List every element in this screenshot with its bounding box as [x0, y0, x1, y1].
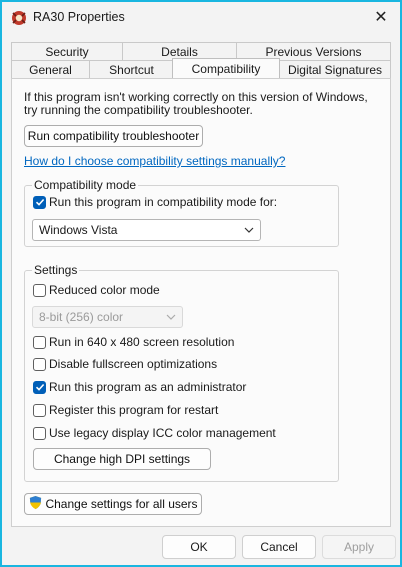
intro-text: If this program isn't working correctly …	[24, 90, 368, 117]
compatibility-mode-group: Compatibility mode Run this program in c…	[24, 178, 339, 247]
button-label: Run compatibility troubleshooter	[27, 129, 200, 143]
fullscreen-opt-checkbox[interactable]	[33, 357, 46, 371]
tab-security[interactable]: Security	[11, 42, 123, 60]
resolution-checkbox[interactable]	[33, 335, 46, 349]
tab-label: Shortcut	[109, 62, 154, 77]
settings-option-3[interactable]: Register this program for restart	[33, 403, 218, 417]
tab-label: Previous Versions	[265, 44, 362, 59]
shield-icon	[28, 495, 43, 513]
ok-button[interactable]: OK	[162, 535, 236, 559]
select-value: Windows Vista	[39, 223, 118, 237]
settings-option-4[interactable]: Use legacy display ICC color management	[33, 426, 276, 440]
check-icon	[35, 198, 44, 206]
settings-option-1[interactable]: Disable fullscreen optimizations	[33, 357, 217, 371]
register-restart-checkbox[interactable]	[33, 403, 46, 417]
tab-label: Compatibility	[191, 61, 261, 76]
group-legend: Compatibility mode	[32, 178, 139, 192]
run-troubleshooter-button[interactable]: Run compatibility troubleshooter	[24, 125, 203, 147]
app-icon	[10, 9, 28, 27]
tab-compatibility[interactable]: Compatibility	[172, 58, 280, 78]
change-all-users-button[interactable]: Change settings for all users	[24, 493, 202, 515]
tab-label: Digital Signatures	[287, 62, 383, 77]
chevron-down-icon	[166, 314, 176, 320]
button-label: Change settings for all users	[45, 497, 198, 511]
close-icon: ✕	[374, 9, 388, 26]
cancel-button[interactable]: Cancel	[242, 535, 316, 559]
compatibility-help-link[interactable]: How do I choose compatibility settings m…	[24, 154, 285, 168]
change-dpi-button[interactable]: Change high DPI settings	[33, 448, 211, 470]
compat-mode-checkbox-row[interactable]: Run this program in compatibility mode f…	[33, 195, 277, 209]
button-label: Change high DPI settings	[53, 452, 191, 466]
settings-option-0[interactable]: Run in 640 x 480 screen resolution	[33, 335, 234, 349]
button-label: Cancel	[260, 540, 298, 554]
properties-window: RA30 Properties ✕ Security Details Previ…	[0, 0, 402, 567]
settings-group: Settings Reduced color mode 8-bit (256) …	[24, 263, 339, 482]
button-label: OK	[190, 540, 208, 554]
compat-os-select[interactable]: Windows Vista	[32, 219, 261, 241]
checkbox-label: Disable fullscreen optimizations	[49, 357, 218, 371]
tab-label: Security	[45, 44, 89, 59]
checkbox-label: Reduced color mode	[49, 283, 160, 297]
color-depth-select[interactable]: 8-bit (256) color	[32, 306, 183, 328]
settings-option-2[interactable]: Run this program as an administrator	[33, 380, 246, 394]
run-as-admin-checkbox[interactable]	[33, 380, 46, 394]
checkbox-label: Run this program as an administrator	[49, 380, 247, 394]
tab-label: General	[29, 62, 72, 77]
checkbox-label: Register this program for restart	[49, 403, 219, 417]
compat-mode-checkbox[interactable]	[33, 195, 46, 209]
chevron-down-icon	[244, 227, 254, 233]
select-value: 8-bit (256) color	[39, 310, 124, 324]
legacy-icc-checkbox[interactable]	[33, 426, 46, 440]
tab-general[interactable]: General	[11, 60, 90, 78]
tab-label: Details	[161, 44, 198, 59]
window-title: RA30 Properties	[33, 10, 125, 24]
close-button[interactable]: ✕	[362, 2, 400, 32]
tab-digital-signatures[interactable]: Digital Signatures	[279, 60, 391, 78]
apply-button[interactable]: Apply	[322, 535, 396, 559]
checkbox-label: Use legacy display ICC color management	[49, 426, 276, 440]
checkbox-label: Run in 640 x 480 screen resolution	[49, 335, 235, 349]
compatibility-panel: If this program isn't working correctly …	[11, 78, 391, 527]
reduced-color-checkbox-row[interactable]: Reduced color mode	[33, 283, 160, 297]
group-legend: Settings	[32, 263, 80, 277]
reduced-color-checkbox[interactable]	[33, 283, 46, 297]
checkbox-label: Run this program in compatibility mode f…	[49, 195, 278, 209]
tab-shortcut[interactable]: Shortcut	[89, 60, 174, 78]
check-icon	[35, 383, 44, 391]
button-label: Apply	[343, 540, 375, 554]
title-bar[interactable]: RA30 Properties ✕	[2, 2, 400, 34]
